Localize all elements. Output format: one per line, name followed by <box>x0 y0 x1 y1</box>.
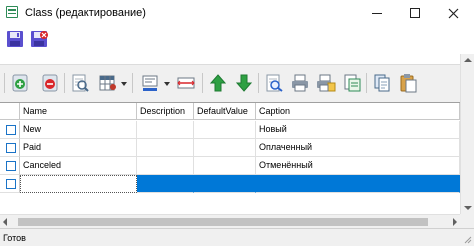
scroll-up-icon[interactable] <box>464 58 472 62</box>
table-row-new-selected[interactable] <box>0 175 460 193</box>
close-button[interactable] <box>436 0 470 26</box>
delete-record-button[interactable] <box>38 71 62 95</box>
cell-caption[interactable]: Отменённый <box>256 157 460 175</box>
row-indicator[interactable] <box>0 121 20 139</box>
toolbar-separator <box>4 73 5 93</box>
cell-description[interactable] <box>137 157 194 175</box>
scroll-right-icon[interactable] <box>453 218 457 226</box>
export-button[interactable] <box>340 71 364 95</box>
move-up-button[interactable] <box>206 71 230 95</box>
toolbar-separator <box>132 73 133 93</box>
scrollbar-thumb[interactable] <box>18 218 428 226</box>
row-checkbox[interactable] <box>6 161 16 171</box>
format-button[interactable] <box>138 71 162 95</box>
scroll-left-icon[interactable] <box>3 218 7 226</box>
resize-grip-icon[interactable] <box>462 234 472 244</box>
title-bar: Class (редактирование) <box>0 0 474 26</box>
cell-default-value[interactable] <box>194 121 256 139</box>
save-icon <box>7 31 23 47</box>
table-settings-button[interactable] <box>96 71 120 95</box>
print-preview-button[interactable] <box>314 71 338 95</box>
header-corner[interactable] <box>0 103 20 120</box>
export-icon <box>344 74 361 92</box>
save-and-close-button[interactable] <box>30 30 50 50</box>
vertical-scrollbar[interactable] <box>460 54 474 214</box>
column-header-default-value[interactable]: DefaultValue <box>194 103 256 120</box>
status-text: Готов <box>3 233 26 243</box>
cell-default-value[interactable] <box>194 157 256 175</box>
format-icon <box>142 75 158 91</box>
arrow-up-icon <box>209 74 227 92</box>
copy-button[interactable] <box>370 71 394 95</box>
row-checkbox[interactable] <box>6 125 16 135</box>
copy-icon <box>374 74 390 92</box>
table-row[interactable]: Canceled Отменённый <box>0 157 460 175</box>
column-width-button[interactable] <box>174 71 198 95</box>
table-settings-icon <box>99 75 116 91</box>
data-grid: Name Description DefaultValue Caption Ne… <box>0 102 460 214</box>
column-width-icon <box>177 77 195 89</box>
minimize-button[interactable] <box>360 0 394 26</box>
top-toolbar <box>0 26 474 54</box>
row-indicator[interactable] <box>0 157 20 175</box>
cell-default-value[interactable] <box>194 139 256 157</box>
toolbar-separator <box>258 73 259 93</box>
column-header-name[interactable]: Name <box>20 103 137 120</box>
print-icon <box>292 74 308 92</box>
row-indicator[interactable] <box>0 139 20 157</box>
minimize-icon <box>372 12 382 14</box>
close-icon <box>448 8 458 18</box>
horizontal-scrollbar[interactable] <box>0 214 460 228</box>
paste-button[interactable] <box>396 71 420 95</box>
toolbar-separator <box>366 73 367 93</box>
row-checkbox[interactable] <box>6 179 16 189</box>
cell-description[interactable] <box>137 175 194 193</box>
cell-caption[interactable] <box>256 175 460 193</box>
add-record-icon <box>12 74 28 92</box>
cell-default-value[interactable] <box>194 175 256 193</box>
chevron-down-icon[interactable] <box>164 82 170 86</box>
row-indicator[interactable] <box>0 175 20 193</box>
column-header-description[interactable]: Description <box>137 103 194 120</box>
add-record-button[interactable] <box>8 71 32 95</box>
find-button[interactable] <box>262 71 286 95</box>
cell-name[interactable]: New <box>20 121 137 139</box>
toolbar-separator <box>202 73 203 93</box>
app-icon <box>6 6 18 18</box>
main-toolbar <box>0 64 474 102</box>
cell-caption[interactable]: Новый <box>256 121 460 139</box>
toolbar-separator <box>64 73 65 93</box>
cell-name[interactable]: Paid <box>20 139 137 157</box>
scrollbar-corner <box>460 214 474 228</box>
cell-name[interactable]: Canceled <box>20 157 137 175</box>
move-down-button[interactable] <box>232 71 256 95</box>
find-icon <box>266 74 283 92</box>
status-bar: Готов <box>0 228 474 246</box>
column-header-caption[interactable]: Caption <box>256 103 460 120</box>
table-row[interactable]: New Новый <box>0 121 460 139</box>
print-button[interactable] <box>288 71 312 95</box>
preview-icon <box>72 74 89 92</box>
delete-record-icon <box>42 74 58 92</box>
cell-description[interactable] <box>137 121 194 139</box>
cell-name-editor[interactable] <box>20 175 137 193</box>
maximize-icon <box>410 8 420 18</box>
cell-caption[interactable]: Оплаченный <box>256 139 460 157</box>
maximize-button[interactable] <box>398 0 432 26</box>
print-preview-icon <box>317 74 336 92</box>
arrow-down-icon <box>235 74 253 92</box>
chevron-down-icon[interactable] <box>121 82 127 86</box>
cell-description[interactable] <box>137 139 194 157</box>
preview-button[interactable] <box>68 71 92 95</box>
scroll-down-icon[interactable] <box>464 206 472 210</box>
window-title: Class (редактирование) <box>25 7 146 19</box>
paste-icon <box>400 74 417 93</box>
save-button[interactable] <box>6 30 26 50</box>
row-checkbox[interactable] <box>6 143 16 153</box>
save-close-icon <box>31 31 48 47</box>
table-row[interactable]: Paid Оплаченный <box>0 139 460 157</box>
